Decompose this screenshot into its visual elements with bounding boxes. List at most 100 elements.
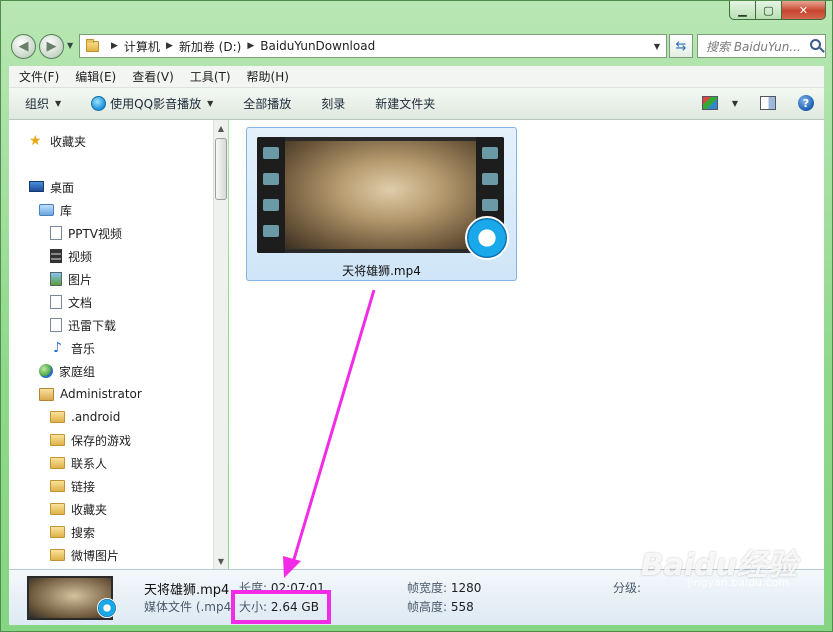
qq-player-icon	[465, 216, 509, 260]
play-all-button[interactable]: 全部播放	[243, 95, 291, 112]
film-hole	[482, 173, 498, 185]
file-item-video[interactable]: 天将雄狮.mp4	[246, 127, 517, 281]
close-button[interactable]: ✕	[782, 1, 826, 20]
address-row: ◀ ▶ ▼ ▶ 计算机 ▶ 新加卷 (D:) ▶ BaiduYunDownloa…	[9, 33, 826, 59]
nav-item-label: 保存的游戏	[71, 433, 132, 448]
menu-edit[interactable]: 编辑(E)	[75, 68, 116, 85]
nav-item-homegroup[interactable]: 家庭组	[39, 361, 95, 381]
caption-buttons: ▁ ▢ ✕	[729, 1, 826, 21]
breadcrumb-drive-d[interactable]: 新加卷 (D:)	[179, 38, 241, 55]
music-note-icon: ♪	[53, 340, 62, 356]
nav-item-user-favorites[interactable]: 收藏夹	[50, 499, 107, 519]
play-with-qq-label: 使用QQ影音播放	[110, 97, 202, 111]
minimize-button[interactable]: ▁	[729, 1, 756, 20]
nav-item-label: 收藏夹	[71, 502, 108, 517]
organize-button[interactable]: 组织 ▼	[25, 95, 61, 112]
nav-item-pptv[interactable]: PPTV视频	[50, 223, 122, 243]
nav-item-label: 桌面	[50, 180, 75, 195]
nav-item-contacts[interactable]: 联系人	[50, 453, 107, 473]
preview-pane-icon[interactable]	[760, 96, 776, 110]
change-view-icon[interactable]	[701, 96, 718, 110]
nav-item-libraries[interactable]: 库	[39, 200, 72, 220]
nav-item-label: 家庭组	[59, 364, 96, 379]
nav-item-label: 链接	[71, 479, 96, 494]
nav-item-searches[interactable]: 搜索	[50, 522, 95, 542]
folder-icon	[50, 480, 65, 492]
user-folder-icon	[39, 387, 54, 401]
chevron-down-icon: ▼	[55, 99, 62, 108]
scroll-thumb[interactable]	[215, 138, 227, 200]
chevron-right-icon[interactable]: ▶	[247, 41, 254, 51]
chevron-down-icon[interactable]: ▼	[732, 99, 738, 108]
menu-help[interactable]: 帮助(H)	[247, 68, 289, 85]
menu-view[interactable]: 查看(V)	[132, 68, 174, 85]
frame-height-value: 558	[450, 600, 474, 614]
nav-item-label: Administrator	[60, 387, 142, 401]
nav-item-desktop[interactable]: 桌面	[29, 177, 74, 197]
frame-width-label: 帧宽度:	[407, 581, 448, 595]
nav-item-android[interactable]: .android	[50, 407, 120, 427]
refresh-button[interactable]: ⇆	[669, 34, 693, 58]
details-rating: 分级:	[613, 579, 641, 596]
film-hole	[263, 173, 279, 185]
play-all-label: 全部播放	[243, 97, 292, 111]
organize-label: 组织	[25, 97, 50, 111]
burn-label: 刻录	[321, 97, 346, 111]
nav-item-label: 文档	[68, 295, 93, 310]
library-icon	[39, 204, 54, 216]
breadcrumb-baiduyundownload[interactable]: BaiduYunDownload	[260, 39, 375, 53]
search-icon[interactable]	[810, 39, 821, 50]
nav-item-label: 视频	[68, 249, 93, 264]
new-folder-button[interactable]: 新建文件夹	[375, 95, 435, 112]
breadcrumb-computer[interactable]: 计算机	[124, 38, 160, 55]
nav-item-label: .android	[71, 410, 121, 424]
nav-item-documents[interactable]: 文档	[50, 292, 92, 312]
toolbar-right: ▼ ?	[701, 95, 814, 111]
nav-item-links[interactable]: 链接	[50, 476, 95, 496]
nav-item-pictures[interactable]: 图片	[50, 269, 92, 289]
film-hole	[263, 147, 279, 159]
menu-file[interactable]: 文件(F)	[19, 68, 59, 85]
maximize-button[interactable]: ▢	[756, 1, 782, 20]
qq-player-icon	[91, 96, 107, 111]
search-input[interactable]: 搜索 BaiduYun...	[697, 34, 826, 58]
film-strip-left	[257, 137, 285, 253]
recent-pages-chevron-icon[interactable]: ▼	[67, 41, 73, 50]
nav-item-videos[interactable]: 视频	[50, 246, 92, 266]
scroll-up-icon[interactable]: ▲	[214, 120, 228, 136]
nav-item-xunlei[interactable]: 迅雷下载	[50, 315, 116, 335]
nav-item-weibo-pictures[interactable]: 微博图片	[50, 545, 119, 565]
nav-item-label: 收藏夹	[50, 134, 87, 149]
film-hole	[482, 199, 498, 211]
nav-item-administrator[interactable]: Administrator	[39, 384, 142, 404]
document-icon	[50, 318, 62, 332]
address-bar[interactable]: ▶ 计算机 ▶ 新加卷 (D:) ▶ BaiduYunDownload ▼	[79, 34, 667, 58]
qq-player-icon	[97, 598, 117, 618]
burn-button[interactable]: 刻录	[321, 95, 345, 112]
forward-button[interactable]: ▶	[39, 34, 64, 59]
back-button[interactable]: ◀	[11, 34, 36, 59]
help-icon[interactable]: ?	[798, 95, 814, 111]
film-hole	[263, 225, 279, 237]
search-placeholder: 搜索 BaiduYun...	[706, 39, 801, 54]
nav-item-saved-games[interactable]: 保存的游戏	[50, 430, 131, 450]
scroll-down-icon[interactable]: ▼	[214, 553, 228, 569]
menu-tools[interactable]: 工具(T)	[190, 68, 231, 85]
file-list-pane[interactable]: 天将雄狮.mp4	[229, 120, 824, 569]
navigation-pane: ★ 收藏夹 桌面 库 PPTV视频 视频 图片 文档 迅雷下载 ♪ 音乐 家庭组…	[9, 120, 228, 569]
address-dropdown-icon[interactable]: ▼	[648, 42, 666, 51]
video-frame	[285, 141, 476, 249]
nav-item-music[interactable]: ♪ 音乐	[50, 338, 95, 358]
picture-icon	[50, 272, 62, 286]
chevron-right-icon[interactable]: ▶	[111, 41, 118, 51]
nav-item-favorites[interactable]: ★ 收藏夹	[29, 131, 86, 151]
homegroup-icon	[39, 364, 53, 378]
play-with-qq-button[interactable]: 使用QQ影音播放 ▼	[91, 95, 213, 112]
nav-item-label: 联系人	[71, 456, 108, 471]
frame-width-value: 1280	[450, 581, 482, 595]
frame-height-label: 帧高度:	[407, 600, 448, 614]
chevron-right-icon[interactable]: ▶	[166, 41, 173, 51]
nav-scrollbar[interactable]: ▲ ▼	[213, 120, 228, 569]
rating-label: 分级:	[613, 581, 642, 595]
nav-item-label: 搜索	[71, 525, 96, 540]
